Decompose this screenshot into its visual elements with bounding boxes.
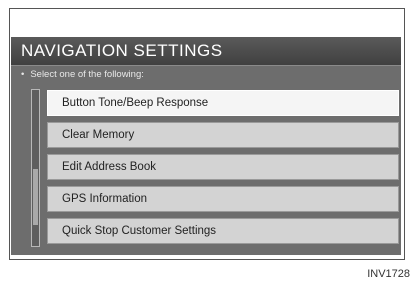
menu-item-quick-stop-settings[interactable]: Quick Stop Customer Settings [47,218,399,244]
menu-item-clear-memory[interactable]: Clear Memory [47,122,399,148]
menu-item-gps-information[interactable]: GPS Information [47,186,399,212]
menu-item-edit-address-book[interactable]: Edit Address Book [47,154,399,180]
navigation-settings-screen: NAVIGATION SETTINGS • Select one of the f… [11,37,401,255]
scrollbar-thumb[interactable] [33,169,38,225]
figure-code: INV1728 [367,268,410,280]
page-title: NAVIGATION SETTINGS [21,41,223,60]
scrollbar[interactable] [31,89,40,247]
menu-item-button-tone[interactable]: Button Tone/Beep Response [47,90,399,116]
settings-menu: Button Tone/Beep Response Clear Memory E… [47,90,399,250]
title-bar: NAVIGATION SETTINGS [11,37,401,66]
instruction-text: Select one of the following: [30,69,144,80]
instruction-row: • Select one of the following: [21,69,144,83]
bullet-icon: • [21,69,25,80]
